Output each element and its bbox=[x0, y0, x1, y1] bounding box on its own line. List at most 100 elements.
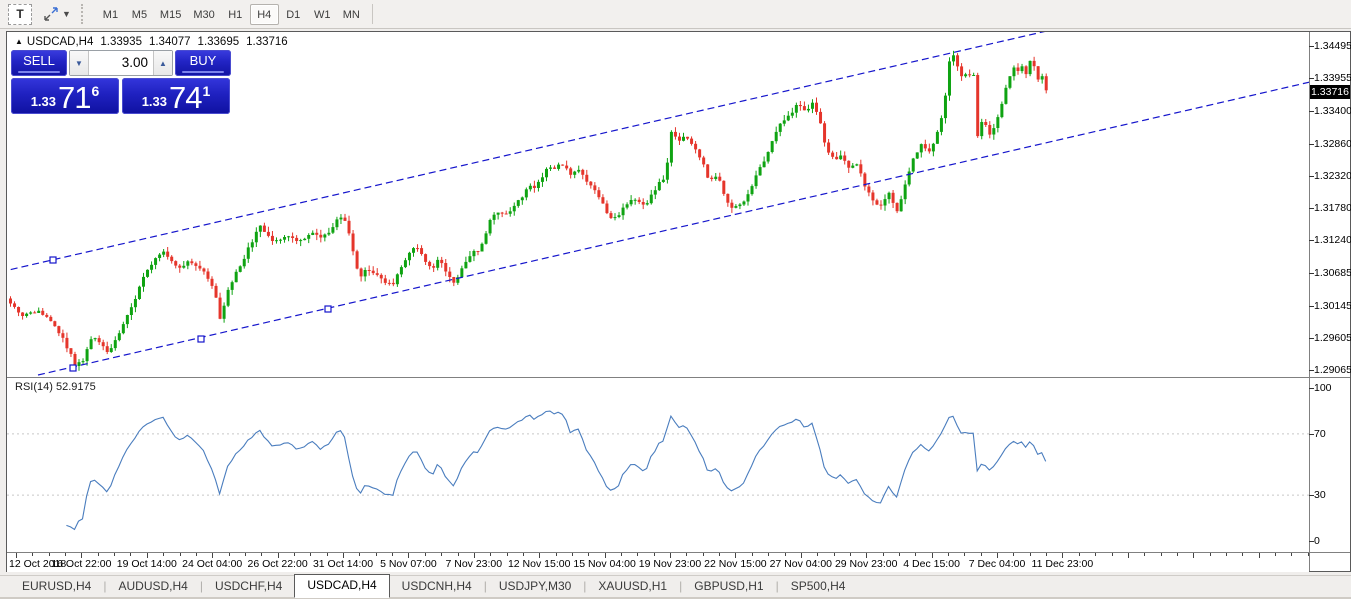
time-axis-minor-tick bbox=[441, 553, 442, 556]
time-axis-label: 31 Oct 14:00 bbox=[313, 558, 373, 570]
time-axis-minor-tick bbox=[621, 553, 622, 556]
buy-price-display[interactable]: 1.33 74 1 bbox=[122, 78, 230, 114]
price-axis-label: 1.32860 bbox=[1314, 138, 1351, 150]
sell-button-label: SELL bbox=[23, 53, 55, 68]
channel-handle[interactable] bbox=[198, 336, 204, 342]
sell-price-display[interactable]: 1.33 71 6 bbox=[11, 78, 119, 114]
rsi-indicator-label: RSI(14) 52.9175 bbox=[15, 381, 96, 393]
time-axis-minor-tick bbox=[1013, 553, 1014, 556]
time-axis-minor-tick bbox=[719, 553, 720, 556]
price-axis-label: 1.29065 bbox=[1314, 364, 1351, 376]
timeframe-button-h1[interactable]: H1 bbox=[221, 4, 250, 25]
chart-tab-usdchf-h4[interactable]: USDCHF,H4 bbox=[203, 576, 294, 597]
timeframe-button-w1[interactable]: W1 bbox=[308, 4, 337, 25]
sell-button[interactable]: SELL bbox=[11, 50, 67, 76]
time-axis-minor-tick bbox=[883, 553, 884, 556]
buy-price-prefix: 1.33 bbox=[142, 94, 167, 109]
rsi-line bbox=[66, 411, 1045, 529]
price-axis-label: 1.32320 bbox=[1314, 170, 1351, 182]
pane-divider[interactable] bbox=[7, 377, 1350, 378]
chart-tab-usdcad-h4[interactable]: USDCAD,H4 bbox=[294, 574, 389, 598]
time-axis-label: 5 Nov 07:00 bbox=[380, 558, 437, 570]
time-axis-minor-tick bbox=[785, 553, 786, 556]
time-axis-label: 24 Oct 04:00 bbox=[182, 558, 242, 570]
time-axis-minor-tick bbox=[981, 553, 982, 556]
arrows-icon[interactable] bbox=[42, 5, 60, 23]
toolbar-grip[interactable] bbox=[81, 4, 88, 24]
chart-tab-xauusd-h1[interactable]: XAUUSD,H1 bbox=[586, 576, 679, 597]
chart-tab-sp500-h4[interactable]: SP500,H4 bbox=[779, 576, 858, 597]
time-axis-minor-tick bbox=[899, 553, 900, 556]
symbol-triangle-icon: ▲ bbox=[15, 37, 23, 46]
time-axis-minor-tick bbox=[572, 553, 573, 556]
channel-handle[interactable] bbox=[70, 365, 76, 371]
time-axis-label: 4 Dec 15:00 bbox=[903, 558, 960, 570]
time-axis-minor-tick bbox=[637, 553, 638, 556]
timeframe-button-h4[interactable]: H4 bbox=[250, 4, 279, 25]
dropdown-caret-icon[interactable]: ▼ bbox=[62, 9, 71, 19]
volume-decrease-button[interactable]: ▼ bbox=[70, 51, 89, 75]
time-axis-minor-tick bbox=[490, 553, 491, 556]
time-axis-minor-tick bbox=[180, 553, 181, 556]
timeframe-button-mn[interactable]: MN bbox=[337, 4, 366, 25]
timeframe-button-d1[interactable]: D1 bbox=[279, 4, 308, 25]
time-axis-minor-tick bbox=[32, 553, 33, 556]
time-axis-minor-tick bbox=[1030, 553, 1031, 556]
time-axis-minor-tick bbox=[1210, 553, 1211, 556]
chart-tab-eurusd-h4[interactable]: EURUSD,H4 bbox=[10, 576, 103, 597]
time-axis-minor-tick bbox=[310, 553, 311, 556]
time-axis-minor-tick bbox=[850, 553, 851, 556]
channel-handle[interactable] bbox=[50, 257, 56, 263]
rsi-axis-label: 30 bbox=[1314, 489, 1326, 501]
time-axis-minor-tick bbox=[359, 553, 360, 556]
buy-button[interactable]: BUY bbox=[175, 50, 231, 76]
time-axis-label: 16 Oct 22:00 bbox=[51, 558, 111, 570]
timeframe-button-m30[interactable]: M30 bbox=[187, 4, 220, 25]
time-axis-minor-tick bbox=[49, 553, 50, 556]
volume-input[interactable]: 3.00 bbox=[89, 51, 153, 75]
time-axis-minor-tick bbox=[163, 553, 164, 556]
chart-tab-gbpusd-h1[interactable]: GBPUSD,H1 bbox=[682, 576, 775, 597]
chart-title: ▲USDCAD,H41.339351.340771.336951.33716 bbox=[15, 36, 288, 48]
volume-increase-button[interactable]: ▲ bbox=[153, 51, 172, 75]
time-axis-minor-tick bbox=[948, 553, 949, 556]
time-axis-minor-tick bbox=[458, 553, 459, 556]
time-axis-minor-tick bbox=[1095, 553, 1096, 556]
ohlc-open: 1.33935 bbox=[100, 36, 142, 48]
time-axis[interactable]: 12 Oct 201816 Oct 22:0019 Oct 14:0024 Oc… bbox=[7, 553, 1309, 572]
one-click-trading-panel: SELL ▼ 3.00 ▲ BUY 1.33 71 6 1.33 74 1 bbox=[11, 50, 231, 114]
buy-button-label: BUY bbox=[190, 53, 217, 68]
time-axis-minor-tick bbox=[588, 553, 589, 556]
chart-tab-usdcnh-h4[interactable]: USDCNH,H4 bbox=[390, 576, 484, 597]
price-axis-label: 1.31780 bbox=[1314, 202, 1351, 214]
channel-lower-line[interactable] bbox=[38, 82, 1309, 375]
chart-tab-bar: EURUSD,H4|AUDUSD,H4|USDCHF,H4USDCAD,H4US… bbox=[0, 575, 1351, 597]
time-axis-label: 27 Nov 04:00 bbox=[770, 558, 832, 570]
volume-control: ▼ 3.00 ▲ bbox=[69, 50, 173, 76]
price-axis-label: 1.30685 bbox=[1314, 267, 1351, 279]
time-axis-label: 7 Nov 23:00 bbox=[445, 558, 502, 570]
timeframe-button-m15[interactable]: M15 bbox=[154, 4, 187, 25]
chart-tab-usdjpy-m30[interactable]: USDJPY,M30 bbox=[487, 576, 583, 597]
rsi-axis-label: 0 bbox=[1314, 535, 1320, 547]
time-axis-minor-tick bbox=[196, 553, 197, 556]
time-axis-major-tick bbox=[1128, 553, 1129, 558]
time-axis-label: 19 Oct 14:00 bbox=[117, 558, 177, 570]
time-axis-label: 11 Dec 23:00 bbox=[1032, 558, 1094, 570]
time-axis-minor-tick bbox=[1079, 553, 1080, 556]
chart-tab-audusd-h4[interactable]: AUDUSD,H4 bbox=[106, 576, 199, 597]
sell-price-prefix: 1.33 bbox=[31, 94, 56, 109]
ohlc-high: 1.34077 bbox=[149, 36, 191, 48]
channel-handle[interactable] bbox=[325, 306, 331, 312]
time-axis-minor-tick bbox=[1308, 553, 1309, 556]
timeframe-button-m1[interactable]: M1 bbox=[96, 4, 125, 25]
time-axis-minor-tick bbox=[261, 553, 262, 556]
price-axis-label: 1.33955 bbox=[1314, 72, 1351, 84]
time-axis-minor-tick bbox=[376, 553, 377, 556]
timeframe-button-m5[interactable]: M5 bbox=[125, 4, 154, 25]
text-tool-button[interactable]: T bbox=[8, 4, 32, 25]
buy-price-big: 74 bbox=[169, 81, 201, 114]
time-axis-minor-tick bbox=[1144, 553, 1145, 556]
time-axis-minor-tick bbox=[523, 553, 524, 556]
time-axis-minor-tick bbox=[245, 553, 246, 556]
